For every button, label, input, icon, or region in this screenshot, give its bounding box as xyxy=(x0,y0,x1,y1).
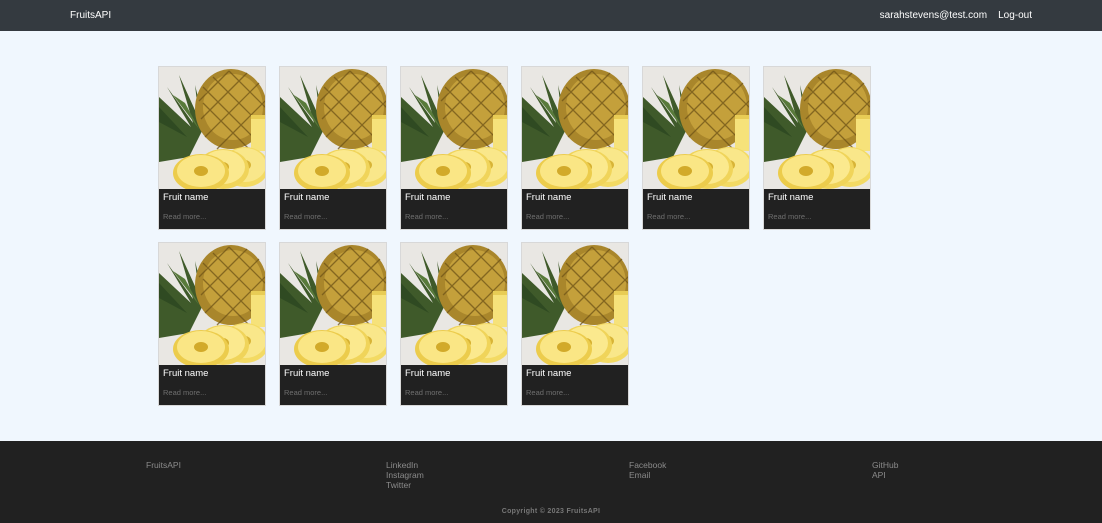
read-more-link[interactable]: Read more... xyxy=(284,388,382,397)
card-body: Fruit name Read more... xyxy=(401,189,507,224)
fruit-card[interactable]: Fruit name Read more... xyxy=(158,66,266,230)
card-title: Fruit name xyxy=(284,368,330,379)
pineapple-image xyxy=(280,67,386,189)
card-body: Fruit name Read more... xyxy=(401,365,507,400)
pineapple-image xyxy=(159,67,265,189)
card-title: Fruit name xyxy=(163,368,209,379)
read-more-link[interactable]: Read more... xyxy=(163,212,261,221)
footer-link-twitter[interactable]: Twitter xyxy=(386,480,424,490)
card-body: Fruit name Read more... xyxy=(522,365,628,400)
card-title: Fruit name xyxy=(526,368,572,379)
card-body: Fruit name Read more... xyxy=(159,365,265,400)
card-body: Fruit name Read more... xyxy=(764,189,870,224)
card-title: Fruit name xyxy=(405,368,451,379)
brand-link[interactable]: FruitsAPI xyxy=(70,10,111,21)
fruit-card[interactable]: Fruit name Read more... xyxy=(279,242,387,406)
fruit-card[interactable]: Fruit name Read more... xyxy=(763,66,871,230)
read-more-link[interactable]: Read more... xyxy=(163,388,261,397)
navbar-user-menu: sarahstevens@test.com Log-out xyxy=(880,10,1032,21)
pineapple-image xyxy=(401,67,507,189)
footer-link-instagram[interactable]: Instagram xyxy=(386,470,424,480)
footer-column-social: LinkedIn Instagram Twitter xyxy=(386,460,424,490)
fruit-grid: Fruit name Read more... Fruit name Read … xyxy=(158,66,878,406)
card-title: Fruit name xyxy=(284,192,330,203)
read-more-link[interactable]: Read more... xyxy=(526,212,624,221)
fruit-card[interactable]: Fruit name Read more... xyxy=(158,242,266,406)
card-title: Fruit name xyxy=(163,192,209,203)
card-body: Fruit name Read more... xyxy=(280,365,386,400)
footer-column-contact: Facebook Email xyxy=(629,460,666,480)
pineapple-image xyxy=(280,243,386,365)
fruit-card[interactable]: Fruit name Read more... xyxy=(642,66,750,230)
read-more-link[interactable]: Read more... xyxy=(526,388,624,397)
copyright-text: Copyright © 2023 FruitsAPI xyxy=(501,508,601,515)
card-title: Fruit name xyxy=(526,192,572,203)
fruit-card[interactable]: Fruit name Read more... xyxy=(400,66,508,230)
card-body: Fruit name Read more... xyxy=(159,189,265,224)
read-more-link[interactable]: Read more... xyxy=(647,212,745,221)
footer-link-facebook[interactable]: Facebook xyxy=(629,460,666,470)
footer-link-linkedin[interactable]: LinkedIn xyxy=(386,460,424,470)
read-more-link[interactable]: Read more... xyxy=(405,388,503,397)
pineapple-image xyxy=(643,67,749,189)
pineapple-image xyxy=(522,243,628,365)
footer-link-api[interactable]: API xyxy=(872,470,898,480)
card-body: Fruit name Read more... xyxy=(643,189,749,224)
pineapple-image xyxy=(401,243,507,365)
top-navbar: FruitsAPI sarahstevens@test.com Log-out xyxy=(0,0,1102,31)
card-title: Fruit name xyxy=(768,192,814,203)
pineapple-image xyxy=(764,67,870,189)
footer-column-dev: GitHub API xyxy=(872,460,898,480)
logout-link[interactable]: Log-out xyxy=(998,10,1032,21)
fruit-card[interactable]: Fruit name Read more... xyxy=(400,242,508,406)
read-more-link[interactable]: Read more... xyxy=(284,212,382,221)
footer-link-email[interactable]: Email xyxy=(629,470,666,480)
card-title: Fruit name xyxy=(647,192,693,203)
page-footer: FruitsAPI LinkedIn Instagram Twitter Fac… xyxy=(0,441,1102,523)
card-body: Fruit name Read more... xyxy=(522,189,628,224)
card-title: Fruit name xyxy=(405,192,451,203)
footer-brand: FruitsAPI xyxy=(146,460,181,470)
card-body: Fruit name Read more... xyxy=(280,189,386,224)
footer-link-github[interactable]: GitHub xyxy=(872,460,898,470)
pineapple-image xyxy=(159,243,265,365)
read-more-link[interactable]: Read more... xyxy=(768,212,866,221)
fruit-card[interactable]: Fruit name Read more... xyxy=(279,66,387,230)
pineapple-image xyxy=(522,67,628,189)
footer-column-brand: FruitsAPI xyxy=(146,460,181,470)
fruit-card[interactable]: Fruit name Read more... xyxy=(521,242,629,406)
user-email-link[interactable]: sarahstevens@test.com xyxy=(880,10,987,21)
read-more-link[interactable]: Read more... xyxy=(405,212,503,221)
fruit-card[interactable]: Fruit name Read more... xyxy=(521,66,629,230)
